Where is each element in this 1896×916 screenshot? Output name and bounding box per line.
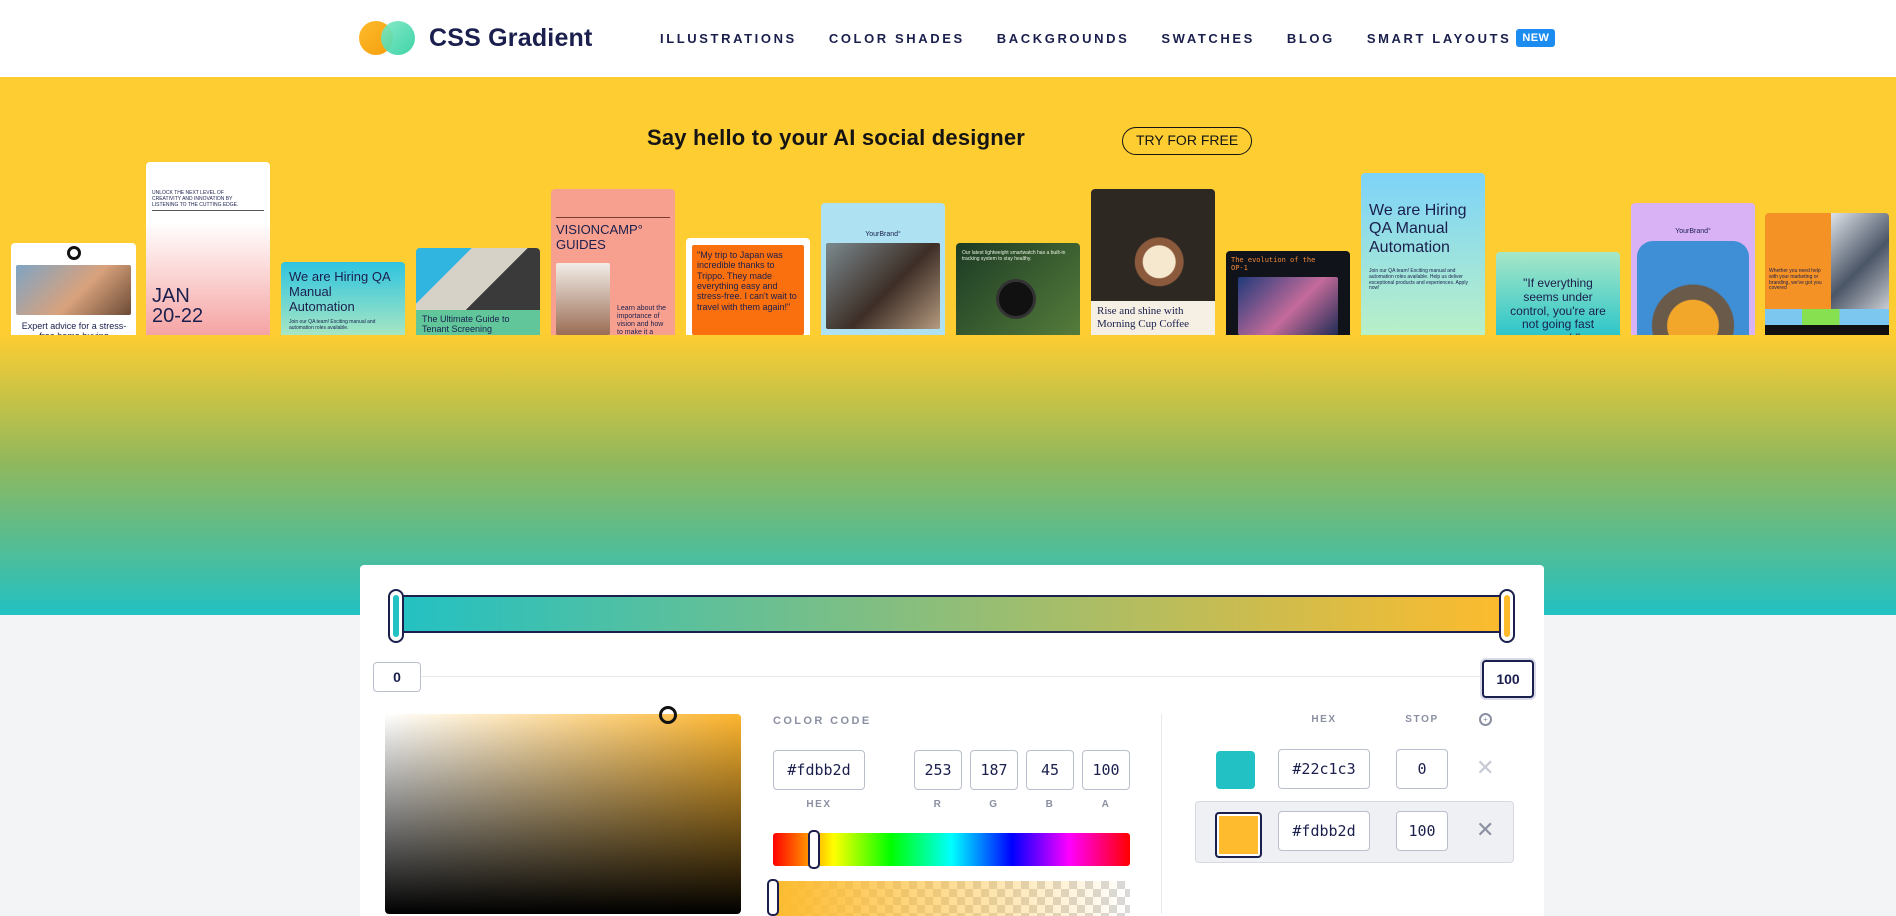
- card-text: "My trip to Japan was incredible thanks …: [697, 250, 797, 312]
- card-footer: [1765, 325, 1889, 335]
- banner-card-jan-event[interactable]: UNLOCK THE NEXT LEVEL OF CREATIVITY AND …: [146, 162, 270, 335]
- blue-input[interactable]: 45: [1026, 750, 1074, 790]
- card-text: The evolution of the OP-1: [1231, 256, 1316, 273]
- hex-label: HEX: [806, 799, 832, 810]
- red-input[interactable]: 253: [914, 750, 962, 790]
- card-text: "If everything seems under control, you'…: [1510, 277, 1606, 335]
- nav-swatches[interactable]: SWATCHES: [1161, 31, 1255, 46]
- banner-card-coffee[interactable]: Rise and shine with Morning Cup Coffee: [1091, 189, 1215, 335]
- alpha-label: A: [1101, 799, 1111, 810]
- card-inner: "My trip to Japan was incredible thanks …: [692, 245, 804, 335]
- logo[interactable]: CSS Gradient: [359, 21, 593, 55]
- hue-slider[interactable]: [773, 833, 1130, 866]
- banner-card-quote[interactable]: "If everything seems under control, you'…: [1496, 252, 1620, 335]
- alpha-slider[interactable]: [773, 881, 1130, 916]
- top-header: CSS Gradient ILLUSTRATIONS COLOR SHADES …: [0, 0, 1896, 77]
- nav-blog[interactable]: BLOG: [1287, 31, 1335, 46]
- card-photo: [1238, 277, 1338, 335]
- card-brand: YourBrand°: [1675, 228, 1711, 235]
- card-text: The Ultimate Guide to Tenant Screening: [422, 314, 510, 335]
- panel-vertical-divider: [1161, 714, 1162, 914]
- banner-card-smartwatch[interactable]: Our latest lightweight smartwatch has a …: [956, 243, 1080, 335]
- alpha-input[interactable]: 100: [1082, 750, 1130, 790]
- saturation-picker-cursor[interactable]: [659, 706, 677, 724]
- nav-color-shades[interactable]: COLOR SHADES: [829, 31, 965, 46]
- card-text: We are Hiring QA Manual Automation: [289, 269, 390, 314]
- stop-0-hex-input[interactable]: #22c1c3: [1278, 749, 1370, 789]
- banner-card-hiring-qa-2[interactable]: We are Hiring QA Manual Automation Join …: [1361, 173, 1485, 335]
- card-text: Whether you need help with your marketin…: [1769, 268, 1822, 292]
- card-small-text: Join our QA team! Exciting manual and au…: [289, 319, 376, 331]
- banner-card-tenant-guide[interactable]: The Ultimate Guide to Tenant Screening: [416, 248, 540, 335]
- card-photo: [1831, 213, 1889, 309]
- left-stop-input[interactable]: 0: [373, 662, 421, 692]
- gradient-editor-panel: 0 100 COLOR CODE #fdbb2d HEX 253 187 45 …: [360, 565, 1544, 916]
- card-photo: [1637, 241, 1749, 335]
- logo-icon: [359, 21, 417, 55]
- card-photo: [826, 243, 940, 329]
- card-photo: [556, 263, 610, 335]
- card-text: Expert advice for a stress-free home buy…: [21, 321, 127, 335]
- banner-card-op1[interactable]: The evolution of the OP-1: [1226, 251, 1350, 335]
- banner-card-yourbrand-laptop[interactable]: YourBrand°: [821, 203, 945, 335]
- stops-hex-header: HEX: [1311, 714, 1337, 725]
- try-for-free-button[interactable]: TRY FOR FREE: [1122, 127, 1253, 155]
- right-stop-handle[interactable]: [1499, 589, 1515, 643]
- card-color-strip: [1765, 309, 1889, 325]
- card-photo: [16, 265, 131, 315]
- right-stop-input[interactable]: 100: [1482, 660, 1534, 698]
- green-label: G: [989, 799, 999, 810]
- banner-title: Say hello to your AI social designer: [647, 125, 1026, 150]
- card-photo: [1091, 189, 1215, 301]
- stop-1-hex-input[interactable]: #fdbb2d: [1278, 811, 1370, 851]
- banner-card-yourbrand-dog[interactable]: YourBrand°: [1631, 203, 1755, 335]
- card-photo: [416, 248, 540, 310]
- ad-banner[interactable]: Say hello to your AI social designer TRY…: [0, 77, 1896, 335]
- banner-card-hiring-qa[interactable]: We are Hiring QA Manual Automation Join …: [281, 262, 405, 335]
- stops-stop-header: STOP: [1405, 714, 1439, 725]
- pin-icon: [67, 246, 81, 260]
- nav-smart-layouts[interactable]: SMART LAYOUTS: [1367, 31, 1512, 46]
- card-text: We are Hiring QA Manual Automation: [1369, 202, 1467, 256]
- new-badge: NEW: [1516, 29, 1556, 47]
- alpha-slider-thumb[interactable]: [767, 879, 779, 916]
- card-brand: YourBrand°: [865, 231, 901, 238]
- panel-divider: [374, 676, 1530, 677]
- green-input[interactable]: 187: [970, 750, 1018, 790]
- stop-1-swatch[interactable]: [1215, 812, 1262, 858]
- banner-card-trippo[interactable]: "My trip to Japan was incredible thanks …: [686, 238, 810, 335]
- stop-0-delete-icon[interactable]: ✕: [1476, 755, 1494, 781]
- saturation-picker[interactable]: [385, 714, 741, 914]
- stop-0-swatch[interactable]: [1216, 751, 1255, 789]
- stop-1-position-input[interactable]: 100: [1396, 811, 1448, 851]
- banner-card-marketing[interactable]: Whether you need help with your marketin…: [1765, 213, 1889, 335]
- card-small-text: UNLOCK THE NEXT LEVEL OF CREATIVITY AND …: [152, 190, 239, 208]
- nav-illustrations[interactable]: ILLUSTRATIONS: [660, 31, 797, 46]
- stop-1-delete-icon[interactable]: ✕: [1476, 817, 1494, 843]
- color-code-label: COLOR CODE: [773, 715, 872, 727]
- watch-icon: [996, 279, 1036, 319]
- hue-slider-thumb[interactable]: [808, 830, 820, 869]
- banner-card-visioncamp[interactable]: VISIONCAMP° GUIDES Learn about the impor…: [551, 189, 675, 335]
- blue-label: B: [1045, 799, 1055, 810]
- main-nav: ILLUSTRATIONS COLOR SHADES BACKGROUNDS S…: [660, 29, 1556, 47]
- stop-0-position-input[interactable]: 0: [1396, 749, 1448, 789]
- card-date: JAN 20-22: [152, 285, 204, 327]
- card-text: Our latest lightweight smartwatch has a …: [962, 250, 1066, 262]
- card-small-text: Join our QA team! Exciting manual and au…: [1369, 268, 1468, 292]
- hex-input[interactable]: #fdbb2d: [773, 750, 865, 790]
- card-text: Rise and shine with Morning Cup Coffee: [1097, 305, 1190, 330]
- red-label: R: [933, 799, 943, 810]
- gradient-bar[interactable]: [396, 595, 1507, 633]
- nav-backgrounds[interactable]: BACKGROUNDS: [997, 31, 1130, 46]
- card-divider: [556, 217, 670, 218]
- left-stop-handle[interactable]: [388, 589, 404, 643]
- card-small-text: Learn about the importance of vision and…: [617, 305, 667, 335]
- delete-header-icon: +: [1479, 713, 1492, 726]
- banner-card-home-buying[interactable]: Expert advice for a stress-free home buy…: [11, 243, 136, 335]
- card-divider: [152, 210, 264, 211]
- card-title: VISIONCAMP° GUIDES: [556, 222, 643, 252]
- logo-text: CSS Gradient: [429, 23, 593, 52]
